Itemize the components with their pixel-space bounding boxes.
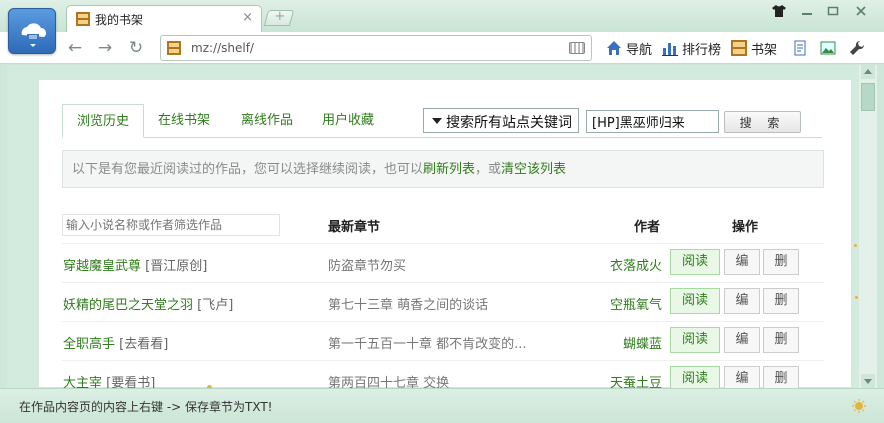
bookshelf-icon (76, 12, 90, 26)
tab-history[interactable]: 浏览历史 (62, 104, 145, 138)
notice-mid: ，或 (475, 162, 502, 177)
notice-bar: 以下是有您最近阅读过的作品，您可以选择继续阅读，也可以刷新列表，或清空该列表 (62, 150, 824, 188)
plus-icon: + (274, 9, 286, 24)
toolbar-item-shelf[interactable]: 书架 (731, 39, 778, 58)
new-tab-button[interactable]: + (263, 9, 295, 26)
scroll-down-icon[interactable] (861, 374, 875, 388)
search-scope-label: 搜索所有站点关键词 (446, 115, 572, 131)
read-button[interactable]: 阅读 (670, 249, 720, 275)
latest-chapter[interactable]: 第七十三章 萌香之间的谈话 (328, 294, 488, 313)
sun-icon (852, 399, 866, 413)
read-button[interactable]: 阅读 (670, 288, 720, 314)
edit-button[interactable]: 编 (724, 249, 760, 275)
address-url: mz://shelf/ (191, 41, 254, 55)
toolbar: ← → ↻ mz://shelf/ 导航 排行榜 书架 (0, 32, 884, 64)
dropdown-arrow-icon (432, 118, 442, 124)
table-row: 穿越魔皇武尊 [晋江原创] 防盗章节勿买 衣落成火 阅读 编 删 (62, 243, 824, 282)
minimize-icon[interactable] (796, 3, 818, 19)
search-button[interactable]: 搜 索 (724, 111, 801, 133)
author-link[interactable]: 蝴蝶蓝 (623, 333, 662, 352)
decoration-dot (854, 244, 857, 247)
search-keyword-input[interactable] (586, 110, 719, 133)
column-header-author: 作者 (634, 220, 661, 235)
column-header-action: 操作 (732, 220, 759, 235)
notice-text: 以下是有您最近阅读过的作品，您可以选择继续阅读，也可以 (72, 162, 424, 177)
edit-button[interactable]: 编 (724, 288, 760, 314)
toolbar-item-label: 排行榜 (682, 42, 722, 58)
bookshelf-icon (167, 41, 181, 55)
bookshelf-icon (731, 40, 747, 56)
address-bar[interactable]: mz://shelf/ (160, 35, 592, 61)
shelf-panel: 浏览历史 在线书架 离线作品 用户收藏 搜索所有站点关键词 搜 索 以下是有您最… (38, 79, 852, 392)
back-arrow-icon[interactable]: ← (64, 37, 86, 59)
forward-arrow-icon[interactable]: → (94, 37, 116, 59)
book-title-link[interactable]: 全职高手 [去看看] (63, 333, 168, 352)
decoration-dot (855, 296, 858, 299)
vertical-scrollbar[interactable] (859, 65, 877, 388)
search-scope-select[interactable]: 搜索所有站点关键词 (423, 108, 579, 133)
table-row: 妖精的尾巴之天堂之羽 [飞卢] 第七十三章 萌香之间的谈话 空瓶氧气 阅读 编 … (62, 282, 824, 321)
keyboard-icon[interactable] (569, 42, 585, 54)
read-button[interactable]: 阅读 (670, 327, 720, 353)
toolbar-item-ranking[interactable]: 排行榜 (662, 39, 722, 58)
toolbar-item-label: 书架 (751, 42, 778, 58)
app-logo-icon[interactable] (8, 8, 56, 54)
edit-button[interactable]: 编 (724, 327, 760, 353)
table-row: 全职高手 [去看看] 第一千五百一十章 都不肯改变的... 蝴蝶蓝 阅读 编 删 (62, 321, 824, 360)
toolbar-item-label: 导航 (626, 42, 653, 58)
tab-user-favorites[interactable]: 用户收藏 (308, 104, 388, 138)
toolbar-item-nav[interactable]: 导航 (606, 39, 653, 58)
refresh-list-link[interactable]: 刷新列表 (423, 162, 475, 177)
author-link[interactable]: 空瓶氧气 (610, 294, 662, 313)
latest-chapter[interactable]: 防盗章节勿买 (328, 255, 406, 274)
status-text: 在作品内容页的内容上右键 -> 保存章节为TXT! (19, 400, 273, 414)
home-icon (607, 41, 621, 55)
status-bar: 在作品内容页的内容上右键 -> 保存章节为TXT! (0, 388, 884, 423)
bar-chart-icon (662, 43, 678, 56)
clear-list-link[interactable]: 清空该列表 (501, 162, 566, 177)
browser-tab[interactable]: 我的书架 × (66, 5, 262, 32)
book-title-link[interactable]: 妖精的尾巴之天堂之羽 [飞卢] (63, 294, 233, 313)
shirt-icon[interactable] (768, 3, 790, 19)
scrollbar-thumb[interactable] (861, 83, 875, 111)
delete-button[interactable]: 删 (763, 249, 799, 275)
filter-input[interactable] (62, 214, 280, 236)
book-title-link[interactable]: 穿越魔皇武尊 [晋江原创] (63, 255, 207, 274)
column-header-chapter: 最新章节 (328, 220, 381, 235)
wrench-icon[interactable] (849, 39, 865, 57)
tab-close-icon[interactable]: × (242, 10, 253, 25)
scroll-up-icon[interactable] (861, 65, 875, 79)
tab-offline-works[interactable]: 离线作品 (227, 104, 307, 138)
document-icon[interactable] (792, 39, 808, 57)
tab-title: 我的书架 (95, 13, 144, 27)
delete-button[interactable]: 删 (763, 288, 799, 314)
tab-online-shelf[interactable]: 在线书架 (144, 104, 224, 138)
close-icon[interactable] (850, 3, 872, 19)
image-icon[interactable] (820, 39, 836, 57)
restore-icon[interactable] (822, 3, 844, 19)
delete-button[interactable]: 删 (763, 327, 799, 353)
refresh-icon[interactable]: ↻ (125, 37, 147, 59)
latest-chapter[interactable]: 第一千五百一十章 都不肯改变的... (328, 333, 527, 352)
author-link[interactable]: 衣落成火 (610, 255, 662, 274)
